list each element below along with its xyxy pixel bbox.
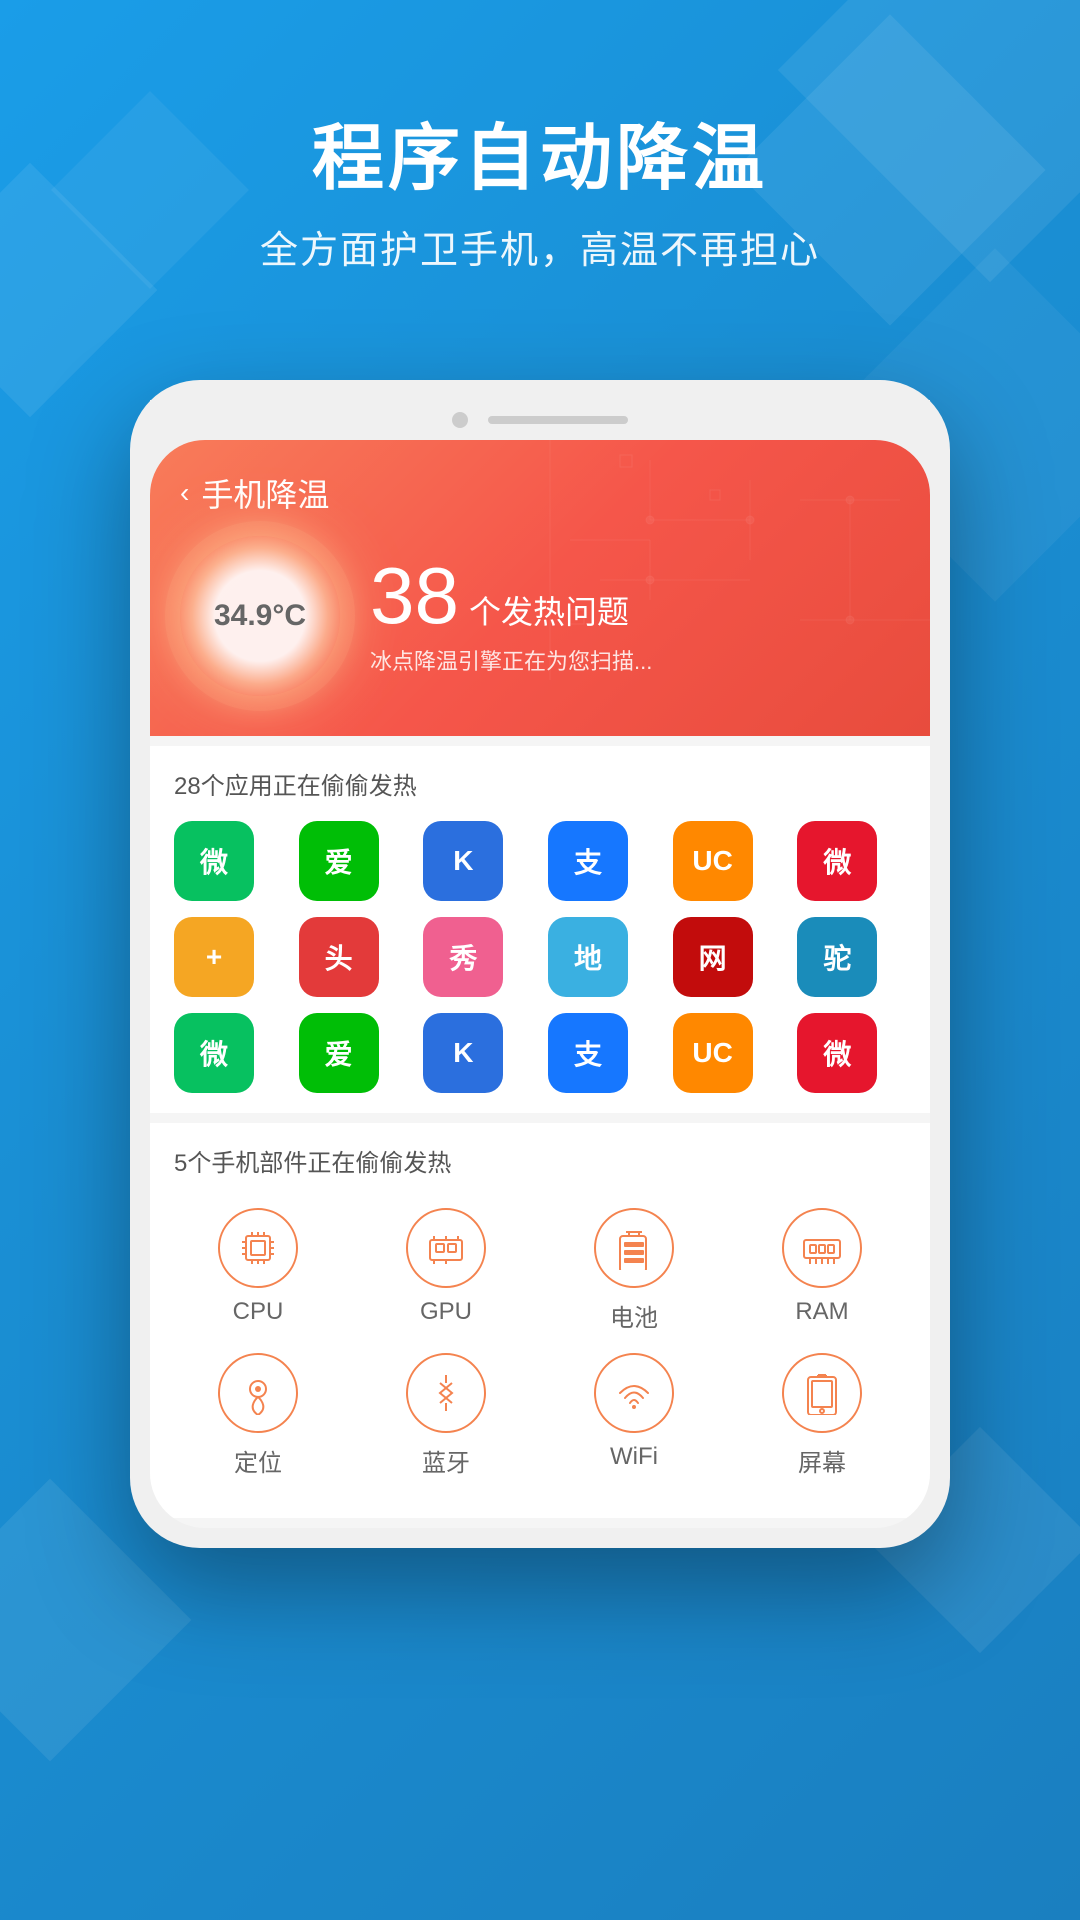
app-icon[interactable]: 头 xyxy=(299,917,379,997)
phone-frame: ‹ 手机降温 34.9°C 38 个发热问题 冰点降温引擎正在为您扫描. xyxy=(130,380,950,1548)
component-item[interactable]: 定位 xyxy=(174,1353,342,1478)
app-icon[interactable]: 网 xyxy=(673,917,753,997)
component-label: 定位 xyxy=(234,1443,282,1478)
app-icon[interactable]: UC xyxy=(673,821,753,901)
app-header-body: 34.9°C 38 个发热问题 冰点降温引擎正在为您扫描... xyxy=(180,536,900,696)
app-content: ‹ 手机降温 34.9°C 38 个发热问题 冰点降温引擎正在为您扫描. xyxy=(150,440,930,1518)
phone-top-bar xyxy=(150,400,930,440)
app-icon[interactable]: K xyxy=(423,821,503,901)
main-title: 程序自动降温 xyxy=(0,120,1080,199)
component-item[interactable]: WiFi xyxy=(550,1353,718,1478)
app-icon[interactable]: 地 xyxy=(548,917,628,997)
app-icon[interactable]: 爱 xyxy=(299,821,379,901)
phone-speaker xyxy=(488,416,628,424)
app-icon[interactable]: 微 xyxy=(797,1013,877,1093)
app-icon[interactable]: K xyxy=(423,1013,503,1093)
issues-desc: 冰点降温引擎正在为您扫描... xyxy=(370,644,900,676)
components-section: 5个手机部件正在偷偷发热 CPU GPU 电池 RAM xyxy=(150,1123,930,1518)
component-label: RAM xyxy=(795,1298,848,1326)
app-icon[interactable]: 秀 xyxy=(423,917,503,997)
phone-screen: ‹ 手机降温 34.9°C 38 个发热问题 冰点降温引擎正在为您扫描. xyxy=(150,440,930,1528)
app-icon[interactable]: 驼 xyxy=(797,917,877,997)
component-label: 蓝牙 xyxy=(422,1443,470,1478)
phone-camera xyxy=(452,412,468,428)
issues-label: 个发热问题 xyxy=(469,587,629,633)
nav-bar: ‹ 手机降温 xyxy=(180,470,900,516)
component-icon xyxy=(782,1353,862,1433)
component-label: CPU xyxy=(233,1298,284,1326)
component-label: WiFi xyxy=(610,1443,658,1471)
main-subtitle: 全方面护卫手机，高温不再担心 xyxy=(0,219,1080,274)
apps-grid: 微爱K支UC微+头秀地网驼微爱K支UC微 xyxy=(174,821,906,1093)
back-arrow[interactable]: ‹ xyxy=(180,477,189,509)
app-icon[interactable]: 微 xyxy=(797,821,877,901)
component-icon xyxy=(594,1208,674,1288)
components-section-title: 5个手机部件正在偷偷发热 xyxy=(174,1143,906,1178)
app-icon[interactable]: + xyxy=(174,917,254,997)
app-icon[interactable]: 支 xyxy=(548,821,628,901)
app-icon[interactable]: 支 xyxy=(548,1013,628,1093)
page-header: 程序自动降温 全方面护卫手机，高温不再担心 xyxy=(0,0,1080,274)
app-icon[interactable]: 微 xyxy=(174,1013,254,1093)
component-icon xyxy=(218,1208,298,1288)
apps-section: 28个应用正在偷偷发热 微爱K支UC微+头秀地网驼微爱K支UC微 xyxy=(150,746,930,1113)
issues-count: 38 xyxy=(370,556,459,636)
component-label: 屏幕 xyxy=(798,1443,846,1478)
app-header: ‹ 手机降温 34.9°C 38 个发热问题 冰点降温引擎正在为您扫描. xyxy=(150,440,930,736)
app-icon[interactable]: 爱 xyxy=(299,1013,379,1093)
app-icon[interactable]: UC xyxy=(673,1013,753,1093)
components-grid: CPU GPU 电池 RAM xyxy=(174,1198,906,1343)
app-icon[interactable]: 微 xyxy=(174,821,254,901)
temperature-value: 34.9°C xyxy=(214,599,306,633)
component-item[interactable]: 屏幕 xyxy=(738,1353,906,1478)
issues-area: 38 个发热问题 冰点降温引擎正在为您扫描... xyxy=(370,556,900,676)
component-item[interactable]: RAM xyxy=(738,1208,906,1333)
app-nav-title: 手机降温 xyxy=(201,470,329,516)
apps-section-title: 28个应用正在偷偷发热 xyxy=(174,766,906,801)
component-icon xyxy=(406,1353,486,1433)
component-icon xyxy=(782,1208,862,1288)
component-item[interactable]: CPU xyxy=(174,1208,342,1333)
phone-mockup: ‹ 手机降温 34.9°C 38 个发热问题 冰点降温引擎正在为您扫描. xyxy=(130,380,950,1548)
component-label: 电池 xyxy=(610,1298,658,1333)
component-item[interactable]: GPU xyxy=(362,1208,530,1333)
component-icon xyxy=(594,1353,674,1433)
component-item[interactable]: 电池 xyxy=(550,1208,718,1333)
temperature-circle: 34.9°C xyxy=(180,536,340,696)
component-icon xyxy=(218,1353,298,1433)
component-item[interactable]: 蓝牙 xyxy=(362,1353,530,1478)
components-grid-row2: 定位 蓝牙 WiFi 屏幕 xyxy=(174,1343,906,1498)
component-label: GPU xyxy=(420,1298,472,1326)
component-icon xyxy=(406,1208,486,1288)
